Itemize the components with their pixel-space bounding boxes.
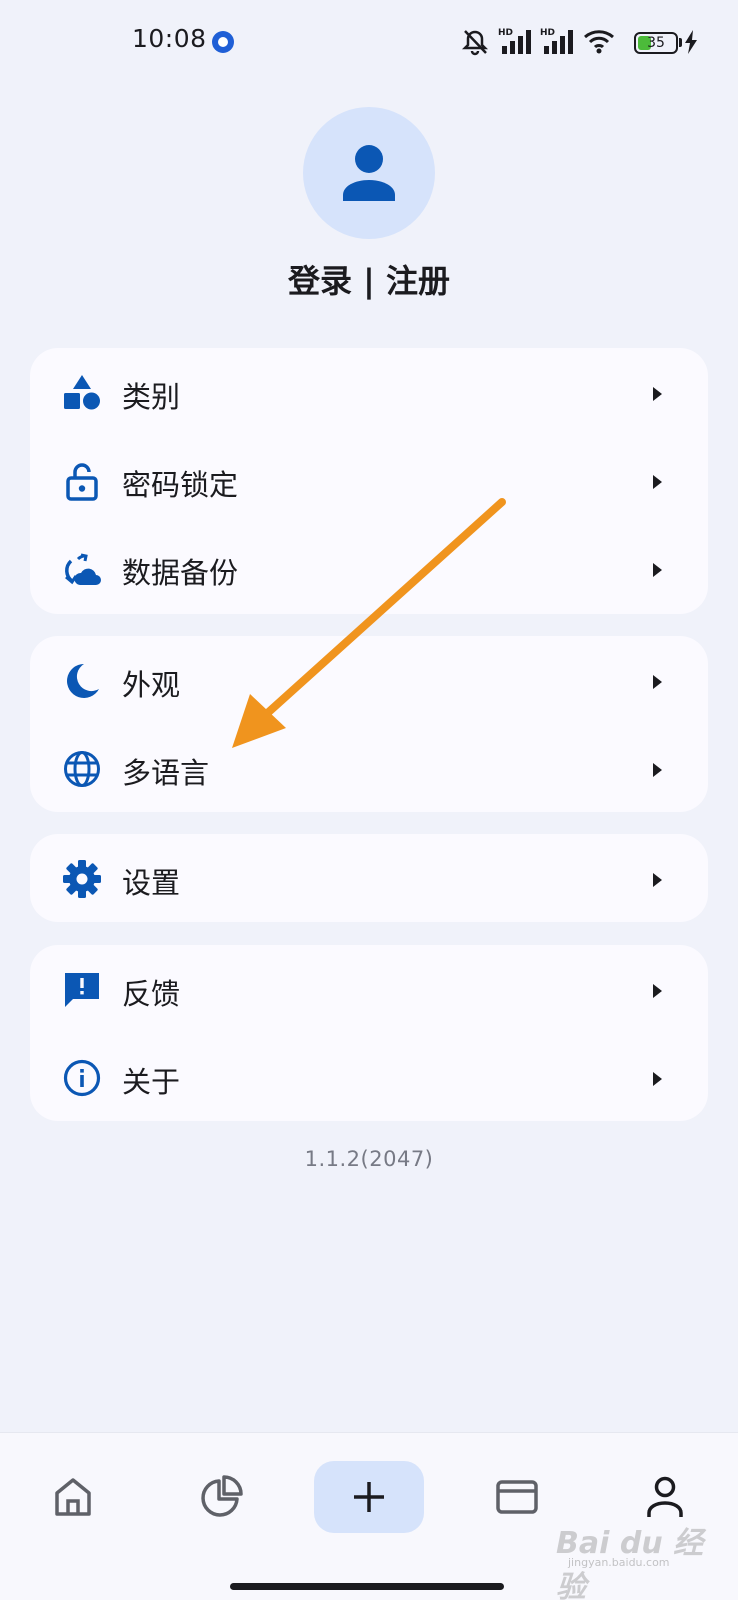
charging-icon: [685, 30, 697, 54]
category-shapes-icon: [64, 375, 100, 410]
battery-icon: 35: [634, 32, 678, 54]
pie-chart-icon: [201, 1475, 243, 1517]
menu-item-label: 反馈: [122, 977, 181, 1011]
menu-card-general: 类别 密码锁定 数据备份: [30, 348, 708, 614]
chevron-right-icon: [653, 763, 662, 777]
battery-level: 35: [647, 35, 665, 51]
menu-card-display: 外观 多语言: [30, 636, 708, 812]
menu-item-settings[interactable]: 设置: [30, 834, 708, 924]
person-icon: [647, 1476, 683, 1517]
moon-icon: [67, 664, 99, 698]
cloud-sync-icon: [65, 553, 101, 585]
gear-icon: [63, 860, 101, 898]
menu-item-about[interactable]: 关于: [30, 1033, 708, 1123]
status-time: 10:08: [132, 24, 207, 53]
avatar[interactable]: [303, 107, 435, 239]
menu-item-appearance[interactable]: 外观: [30, 636, 708, 726]
menu-item-label: 数据备份: [122, 556, 239, 590]
status-bar: 10:08 HD HD 35: [0, 0, 738, 86]
feedback-icon: [65, 973, 99, 1007]
menu-card-support: 反馈 关于: [30, 945, 708, 1121]
menu-item-label: 密码锁定: [122, 468, 239, 502]
signal-icon: [544, 30, 573, 54]
signal-icon: [502, 30, 531, 54]
menu-item-label: 外观: [122, 668, 181, 702]
battery-tip: [679, 38, 682, 47]
home-indicator: [230, 1583, 504, 1590]
menu-item-password-lock[interactable]: 密码锁定: [30, 436, 708, 526]
menu-card-settings: 设置: [30, 834, 708, 922]
person-icon: [343, 145, 395, 201]
menu-item-label: 多语言: [122, 756, 210, 790]
wifi-icon: [584, 30, 614, 54]
menu-item-label: 设置: [122, 866, 181, 900]
nav-add-button[interactable]: [314, 1461, 424, 1533]
menu-item-feedback[interactable]: 反馈: [30, 945, 708, 1035]
lock-open-icon: [66, 463, 98, 501]
chevron-right-icon: [653, 873, 662, 887]
plus-icon: [354, 1482, 384, 1512]
card-icon: [496, 1480, 538, 1514]
menu-item-label: 类别: [122, 380, 181, 414]
home-icon: [55, 1478, 91, 1516]
login-register-link[interactable]: 登录 | 注册: [0, 256, 738, 302]
info-icon: [63, 1059, 101, 1097]
app-version: 1.1.2(2047): [304, 1147, 434, 1171]
chevron-right-icon: [653, 1072, 662, 1086]
watermark-sub: jingyan.baidu.com: [568, 1556, 670, 1569]
nav-stats-button[interactable]: [166, 1461, 276, 1533]
chevron-right-icon: [653, 387, 662, 401]
chevron-right-icon: [653, 675, 662, 689]
menu-item-data-backup[interactable]: 数据备份: [30, 524, 708, 614]
globe-icon: [64, 751, 100, 787]
menu-item-category[interactable]: 类别: [30, 348, 708, 438]
menu-item-language[interactable]: 多语言: [30, 724, 708, 814]
nav-home-button[interactable]: [18, 1461, 128, 1533]
watermark-logo: Bai du 经验 jingyan.baidu.com: [556, 1514, 726, 1600]
mute-icon: [461, 30, 489, 56]
menu-item-label: 关于: [122, 1065, 181, 1099]
chevron-right-icon: [653, 984, 662, 998]
chevron-right-icon: [653, 475, 662, 489]
chevron-right-icon: [653, 563, 662, 577]
app-notification-icon: [212, 31, 234, 53]
